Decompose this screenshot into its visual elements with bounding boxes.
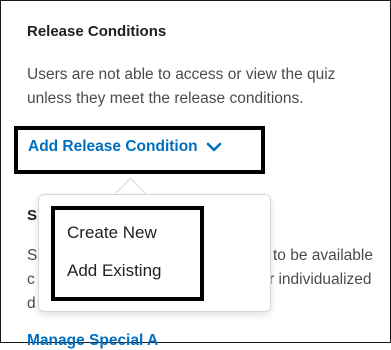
manage-special-access-link[interactable]: Manage Special A <box>27 332 158 350</box>
release-conditions-description: Users are not able to access or view the… <box>27 63 391 111</box>
special-access-text-line3-left: d <box>27 295 36 312</box>
menu-highlight-box <box>51 206 204 301</box>
special-access-text-line2-left: c <box>27 271 35 288</box>
special-access-text-line2-right: r individualized <box>269 271 372 288</box>
add-release-condition-label: Add Release Condition <box>28 138 198 155</box>
special-access-text-line1-left: S <box>27 247 38 264</box>
description-line-1: Users are not able to access or view the… <box>27 66 336 83</box>
release-conditions-title: Release Conditions <box>27 23 167 40</box>
description-line-2: unless they meet the release conditions. <box>27 90 304 107</box>
special-access-heading-fragment: S <box>27 207 38 224</box>
special-access-text-line1-right: to be available <box>273 247 373 264</box>
screenshot-frame: Release Conditions Users are not able to… <box>0 0 391 349</box>
add-release-condition-button[interactable]: Add Release Condition <box>28 138 222 156</box>
chevron-down-icon <box>206 142 221 152</box>
